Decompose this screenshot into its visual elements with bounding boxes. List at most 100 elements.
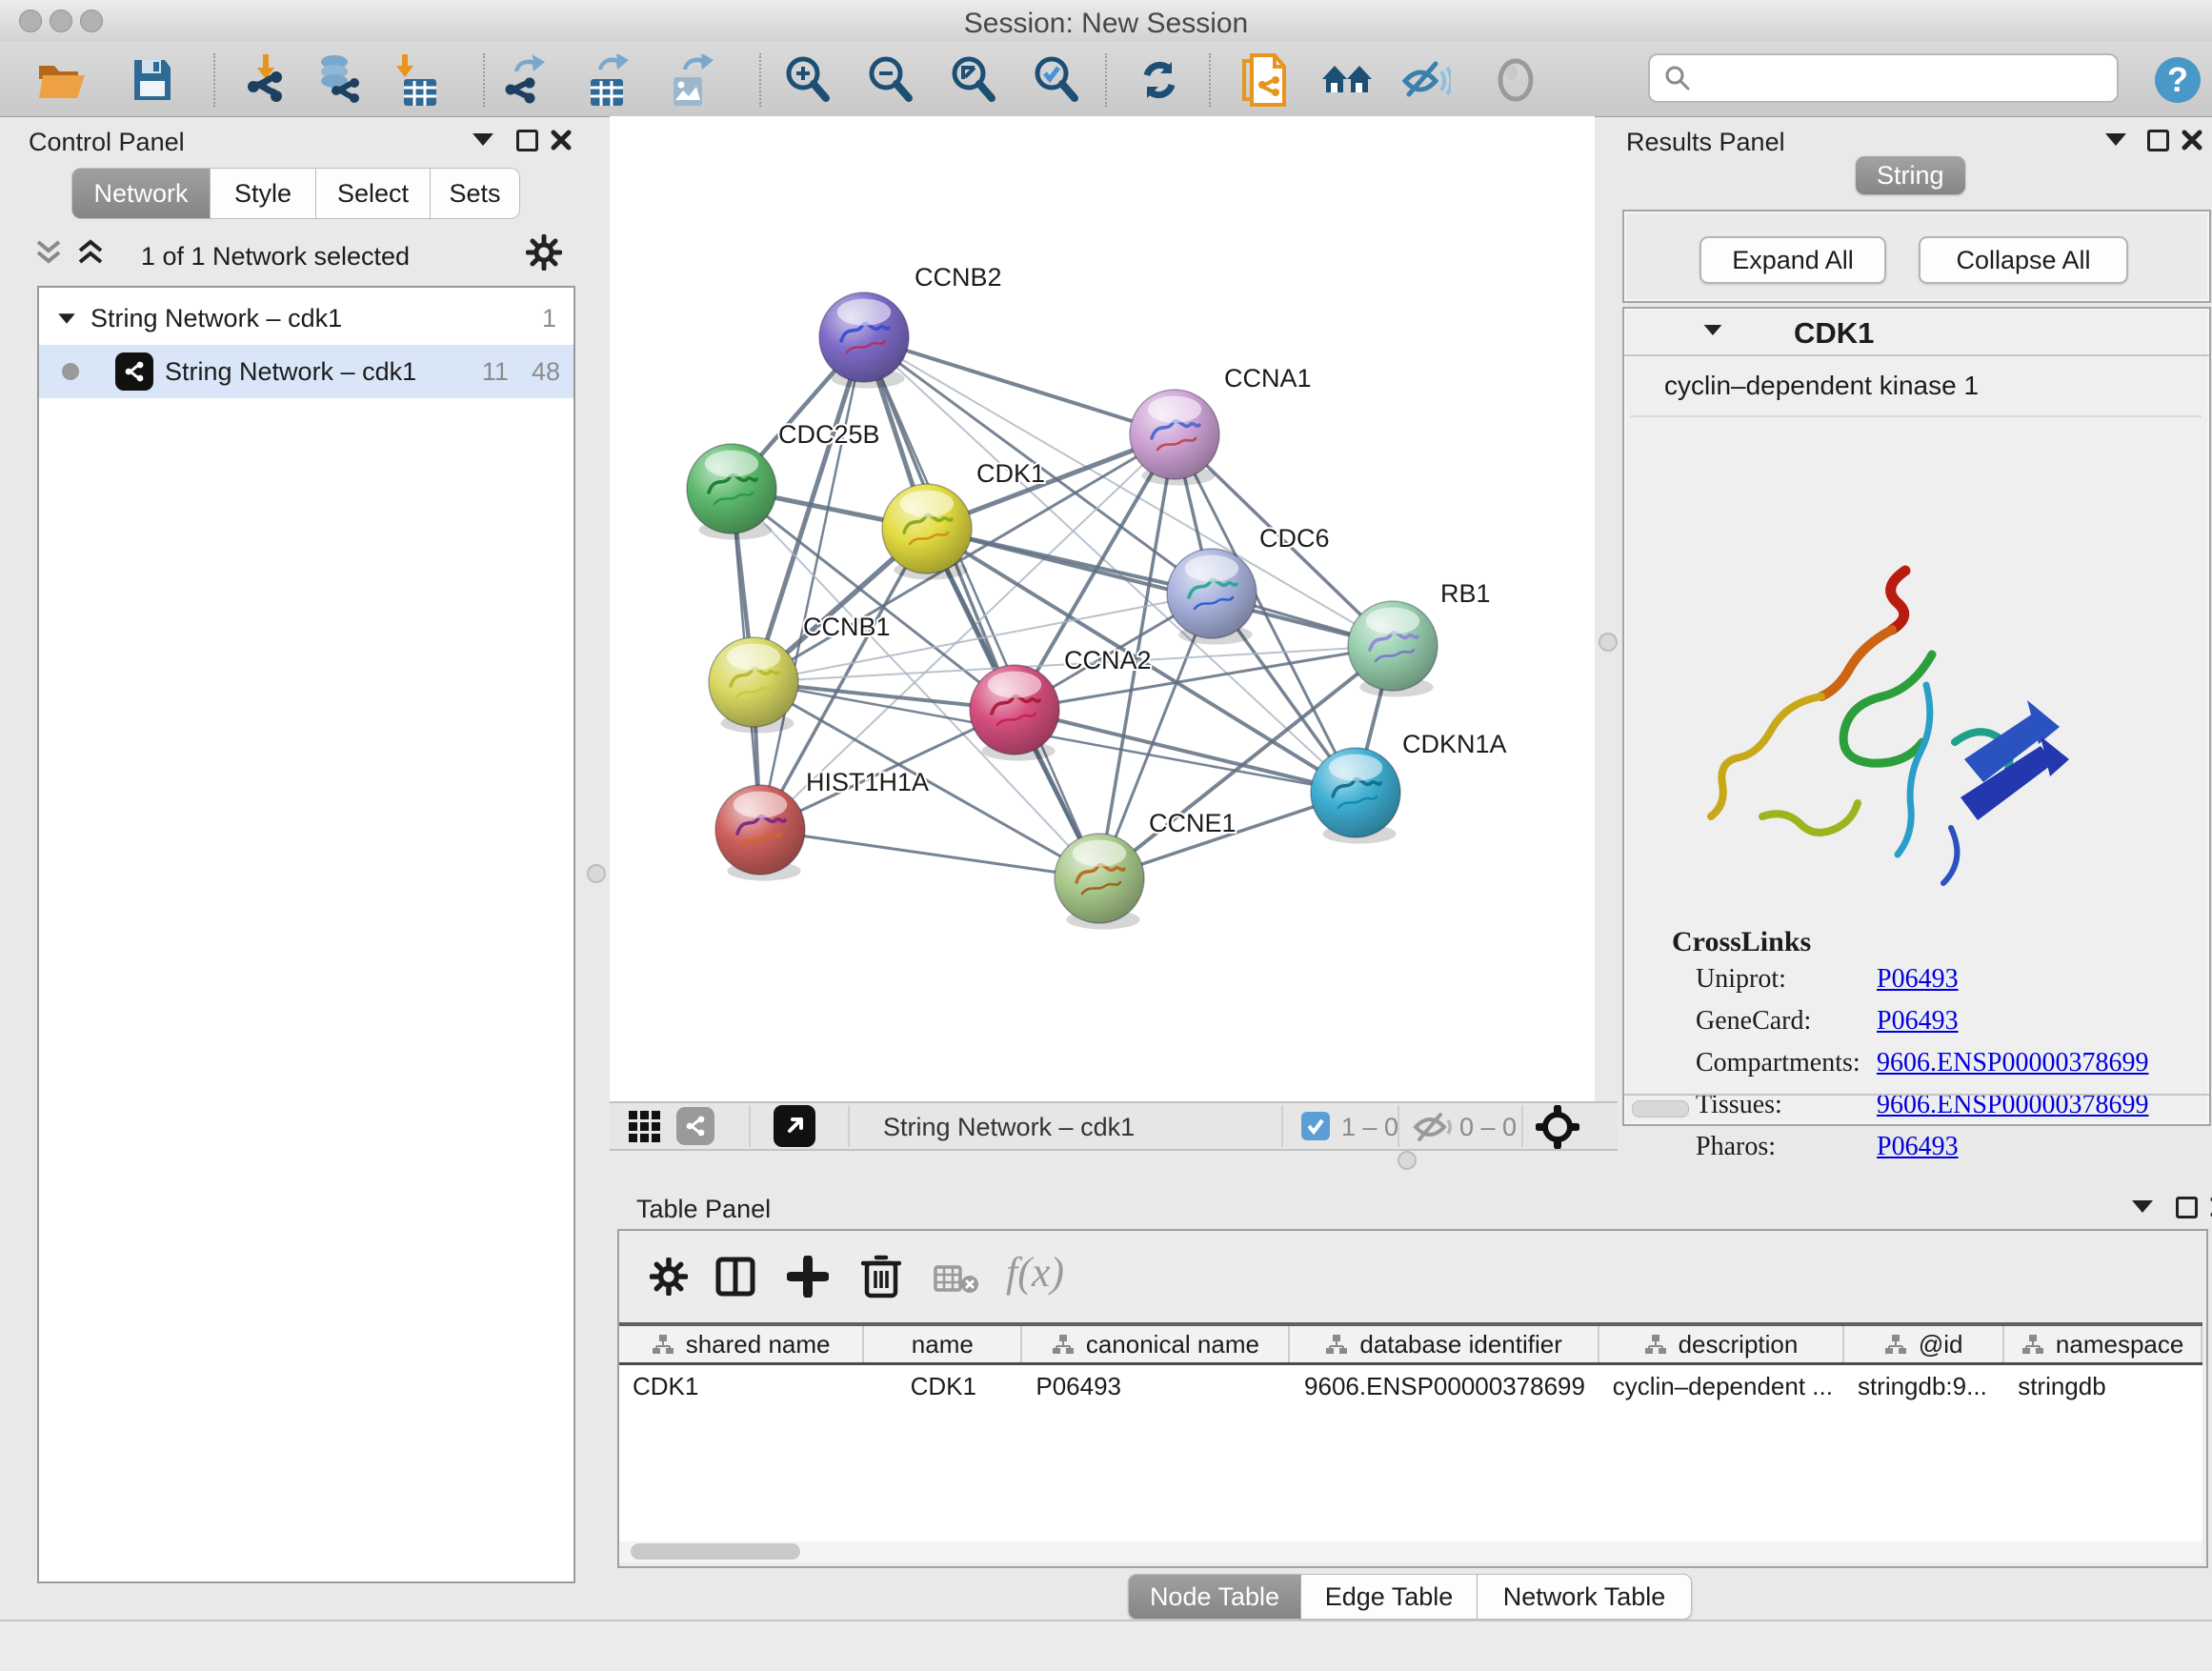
- import-table-button[interactable]: [388, 53, 441, 107]
- zoom-selected-button[interactable]: [1030, 53, 1083, 107]
- column-header-label: name: [912, 1330, 974, 1359]
- show-column-panel-icon[interactable]: [714, 1256, 756, 1298]
- grid-view-icon[interactable]: [629, 1111, 661, 1143]
- export-network-button[interactable]: [498, 53, 552, 107]
- table-cell[interactable]: stringdb:9...: [1844, 1365, 2004, 1407]
- network-canvas[interactable]: CCNB2CCNA1CDC25BCDK1CDC6RB1CCNB1CCNA2CDK…: [610, 116, 1595, 1101]
- table-h-scrollbar-thumb[interactable]: [631, 1543, 800, 1560]
- network-node-CCNA1[interactable]: CCNA1: [1130, 364, 1312, 486]
- column-header--id[interactable]: @id: [1844, 1326, 2004, 1362]
- results-scrollbar[interactable]: [1624, 1094, 2209, 1122]
- save-session-button[interactable]: [126, 53, 179, 107]
- column-header-description[interactable]: description: [1599, 1326, 1844, 1362]
- network-edge[interactable]: [760, 337, 864, 830]
- string-home-button[interactable]: [1320, 53, 1374, 107]
- table-panel-menu-icon[interactable]: [2132, 1200, 2153, 1213]
- import-network-button[interactable]: [239, 53, 292, 107]
- network-node-HIST1H1A[interactable]: HIST1H1A: [715, 768, 929, 881]
- node-label: CCNB1: [803, 613, 891, 641]
- left-divider-handle[interactable]: [587, 864, 606, 883]
- network-node-CDC25B[interactable]: CDC25B: [687, 420, 880, 540]
- bottom-divider-handle[interactable]: [1398, 1151, 1417, 1170]
- network-style-icon[interactable]: [676, 1107, 714, 1145]
- network-edge[interactable]: [864, 337, 1099, 878]
- expand-all-button[interactable]: Expand All: [1699, 236, 1886, 284]
- table-cell[interactable]: cyclin–dependent ...: [1599, 1365, 1844, 1407]
- results-panel-menu-icon[interactable]: [2105, 133, 2126, 146]
- zoom-fit-button[interactable]: [947, 53, 1000, 107]
- column-header-namespace[interactable]: namespace: [2004, 1326, 2202, 1362]
- create-column-plus-icon[interactable]: [787, 1256, 829, 1298]
- tab-sets[interactable]: Sets: [431, 168, 520, 219]
- column-header-shared-name[interactable]: shared name: [619, 1326, 864, 1362]
- right-divider-handle[interactable]: [1599, 633, 1618, 652]
- table-cell[interactable]: CDK1: [619, 1365, 864, 1407]
- export-table-button[interactable]: [582, 53, 635, 107]
- table-h-scrollbar[interactable]: [619, 1541, 2202, 1562]
- crosslink-value-link[interactable]: P06493: [1877, 964, 1959, 995]
- network-node-CDC6[interactable]: CDC6: [1167, 524, 1330, 645]
- tab-string[interactable]: String: [1856, 156, 1965, 194]
- birds-eye-view-icon[interactable]: [774, 1105, 815, 1147]
- network-node-CCNB2[interactable]: CCNB2: [819, 263, 1002, 389]
- network-node-CDK1[interactable]: CDK1: [882, 459, 1045, 580]
- network-node-CDKN1A[interactable]: CDKN1A: [1311, 730, 1507, 844]
- control-panel-float-icon[interactable]: [516, 130, 538, 151]
- column-header-name[interactable]: name: [864, 1326, 1022, 1362]
- tab-node-table[interactable]: Node Table: [1128, 1574, 1301, 1620]
- string-protein-query-button[interactable]: [1237, 53, 1291, 107]
- crosslink-value-link[interactable]: P06493: [1877, 1132, 1959, 1162]
- network-options-gear-icon[interactable]: [526, 234, 562, 271]
- open-folder-icon: [37, 58, 87, 102]
- tab-style[interactable]: Style: [211, 168, 316, 219]
- gene-collapse-icon[interactable]: [1704, 325, 1722, 335]
- zoom-in-button[interactable]: [781, 53, 835, 107]
- network-edge[interactable]: [760, 830, 1099, 878]
- tab-edge-table[interactable]: Edge Table: [1301, 1574, 1478, 1620]
- network-collection-row[interactable]: String Network – cdk1 1: [39, 292, 573, 345]
- results-scrollbar-thumb[interactable]: [1632, 1100, 1689, 1117]
- column-header-canonical-name[interactable]: canonical name: [1022, 1326, 1290, 1362]
- hide-unhide-button[interactable]: [1398, 53, 1451, 107]
- crosslink-value-link[interactable]: 9606.ENSP00000378699: [1877, 1048, 2148, 1078]
- import-network-from-database-button[interactable]: [311, 53, 364, 107]
- zoom-out-button[interactable]: [864, 53, 917, 107]
- control-panel-close-icon[interactable]: [551, 130, 572, 151]
- network-view-footer: String Network – cdk1 1 – 0 0 – 0: [610, 1101, 1618, 1151]
- tab-network-table[interactable]: Network Table: [1478, 1574, 1692, 1620]
- table-row[interactable]: CDK1CDK1P064939606.ENSP00000378699cyclin…: [619, 1365, 2202, 1407]
- network-node-CCNE1[interactable]: CCNE1: [1055, 809, 1237, 930]
- delete-column-trash-icon[interactable]: [861, 1254, 901, 1299]
- tab-select[interactable]: Select: [316, 168, 431, 219]
- control-panel-menu-icon[interactable]: [473, 133, 493, 146]
- export-image-button[interactable]: [665, 53, 718, 107]
- open-session-button[interactable]: [35, 53, 89, 107]
- selected-checkbox-icon[interactable]: [1301, 1112, 1330, 1140]
- network-row[interactable]: String Network – cdk1 11 48: [39, 345, 573, 398]
- help-button[interactable]: ?: [2151, 53, 2204, 107]
- search-input[interactable]: [1692, 63, 2105, 94]
- collapse-all-button[interactable]: Collapse All: [1919, 236, 2128, 284]
- network-node-RB1[interactable]: RB1: [1348, 579, 1491, 697]
- crosslink-row: Compartments:9606.ENSP00000378699: [1696, 1048, 2191, 1078]
- table-empty-area: [619, 1407, 2202, 1541]
- table-cell[interactable]: P06493: [1022, 1365, 1290, 1407]
- results-panel-float-icon[interactable]: [2147, 130, 2169, 151]
- table-options-gear-icon[interactable]: [650, 1258, 688, 1296]
- table-cell[interactable]: CDK1: [864, 1365, 1022, 1407]
- column-header-database-identifier[interactable]: database identifier: [1290, 1326, 1599, 1362]
- crosslink-value-link[interactable]: P06493: [1877, 1006, 1959, 1037]
- network-edge[interactable]: [864, 337, 1175, 434]
- save-floppy-icon: [131, 58, 174, 102]
- show-graphics-details-button[interactable]: [1489, 53, 1542, 107]
- table-cell[interactable]: stringdb: [2004, 1365, 2202, 1407]
- gene-section-header[interactable]: CDK1: [1624, 309, 2209, 356]
- fit-content-crosshair-icon[interactable]: [1536, 1105, 1579, 1149]
- table-cell[interactable]: 9606.ENSP00000378699: [1290, 1365, 1599, 1407]
- refresh-button[interactable]: [1133, 53, 1186, 107]
- tab-network[interactable]: Network: [71, 168, 211, 219]
- results-panel-close-icon[interactable]: [2182, 130, 2202, 151]
- table-panel-float-icon[interactable]: [2176, 1197, 2198, 1218]
- collection-expand-icon[interactable]: [58, 313, 75, 323]
- crosslink-row: Uniprot:P06493: [1696, 964, 2191, 995]
